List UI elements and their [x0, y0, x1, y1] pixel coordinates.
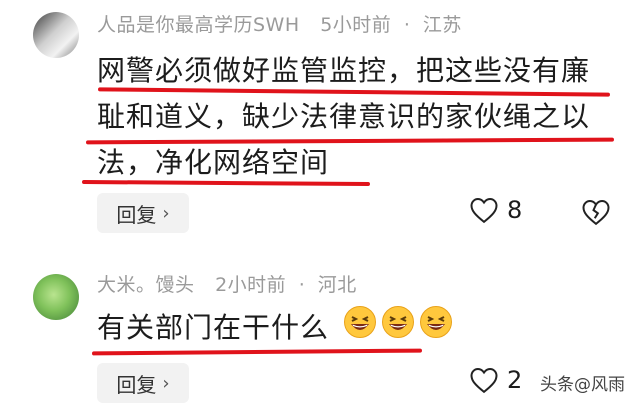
comment-meta: 大米。馒头 2小时前 · 河北: [97, 270, 357, 297]
like-button[interactable]: 8: [469, 196, 522, 224]
grinning-face-icon: [381, 305, 415, 353]
grinning-face-icon: [343, 305, 377, 353]
heart-icon: [470, 367, 498, 394]
location: 江苏: [422, 14, 462, 36]
grinning-face-icon: [419, 305, 453, 353]
reply-button[interactable]: 回复 ›: [97, 363, 189, 403]
location: 河北: [317, 274, 357, 296]
comment-1: 人品是你最高学历SWH 5小时前 · 江苏 网警必须做好监管监控，把这些没有廉 …: [0, 0, 640, 245]
avatar[interactable]: [33, 274, 79, 320]
like-count: 2: [507, 366, 523, 394]
chevron-right-icon: ›: [162, 372, 170, 394]
reply-label: 回复: [116, 372, 157, 397]
like-count: 8: [507, 196, 523, 224]
comment-line: 有关部门在干什么: [97, 305, 453, 353]
watermark: 头条@风雨: [540, 370, 625, 395]
reply-button[interactable]: 回复 ›: [97, 193, 189, 233]
username[interactable]: 大米。馒头: [97, 274, 195, 296]
reply-label: 回复: [116, 202, 157, 227]
timestamp: 5小时前: [320, 14, 392, 36]
avatar[interactable]: [33, 12, 79, 58]
separator: ·: [298, 274, 306, 296]
comment-text: 有关部门在干什么: [97, 311, 330, 344]
chevron-right-icon: ›: [162, 202, 170, 224]
timestamp: 2小时前: [215, 274, 287, 296]
heart-icon: [470, 197, 498, 224]
dislike-button[interactable]: [581, 198, 611, 230]
comment-meta: 人品是你最高学历SWH 5小时前 · 江苏: [97, 10, 462, 37]
comment-line: 法，净化网络空间: [97, 146, 330, 179]
username[interactable]: 人品是你最高学历SWH: [97, 14, 300, 36]
watermark-text: 头条@风雨: [540, 375, 625, 395]
like-button[interactable]: 2: [469, 366, 522, 394]
comment-line: 耻和道义，缺少法律意识的家伙绳之以: [97, 100, 591, 133]
broken-heart-icon: [582, 199, 610, 226]
separator: ·: [403, 14, 411, 36]
